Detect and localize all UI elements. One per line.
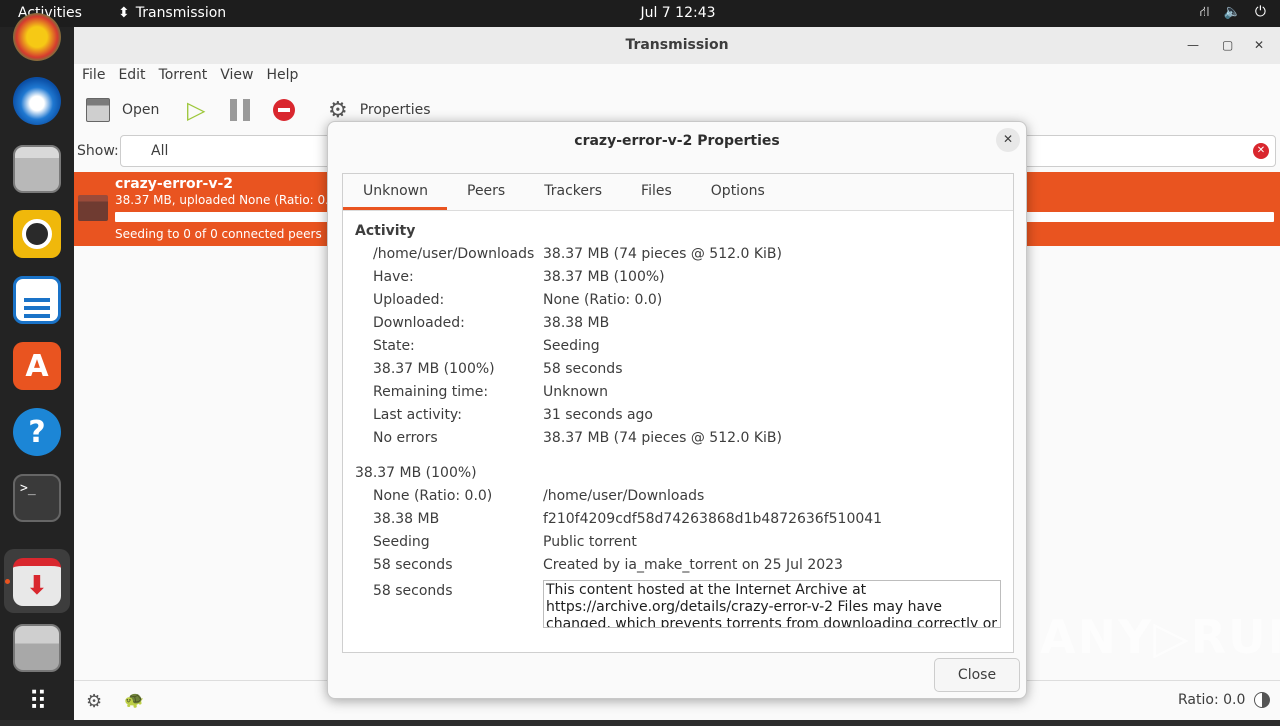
files-icon[interactable]	[13, 145, 61, 193]
ratio-label[interactable]: Ratio: 0.0	[1178, 692, 1245, 708]
hash-value: f210f4209cdf58d74263868d1b4872636f510041	[543, 511, 883, 527]
pause-button[interactable]	[230, 95, 250, 125]
open-folder-icon	[86, 98, 110, 122]
stop-icon	[273, 99, 295, 121]
info-label: Downloaded:	[373, 315, 465, 331]
terminal-icon[interactable]: >_	[13, 474, 61, 522]
turtle-icon[interactable]: 🐢	[124, 690, 144, 709]
search-input[interactable]: ✕	[1020, 135, 1276, 167]
top-bar: Activities ⬍ Transmission Jul 7 12:43 ⛙ …	[0, 0, 1280, 27]
info-label: State:	[373, 338, 415, 354]
menu-file[interactable]: File	[82, 64, 112, 89]
info-value: 58 seconds	[543, 361, 623, 377]
info-label: 38.37 MB (100%)	[373, 361, 495, 377]
detail-label: 38.38 MB	[373, 511, 440, 527]
properties-notebook: Unknown Peers Trackers Files Options Act…	[342, 173, 1014, 653]
close-button[interactable]: Close	[934, 658, 1020, 692]
anyrun-watermark-logo: ANY▷RUN	[1040, 610, 1280, 664]
info-label: /home/user/Downloads	[373, 246, 535, 262]
torrent-peers: Seeding to 0 of 0 connected peers	[115, 227, 322, 241]
open-label: Open	[122, 102, 160, 118]
tab-options[interactable]: Options	[691, 174, 784, 210]
info-value: 38.37 MB (74 pieces @ 512.0 KiB)	[543, 246, 782, 262]
open-button[interactable]: Open	[86, 95, 159, 125]
comment-textview[interactable]: This content hosted at the Internet Arch…	[543, 580, 1001, 628]
maximize-icon[interactable]: ▢	[1222, 27, 1233, 64]
dock: A ? >_ ⬇ ⠿	[0, 13, 74, 720]
menu-edit[interactable]: Edit	[118, 64, 152, 89]
info-label: Uploaded:	[373, 292, 445, 308]
torrent-name: crazy-error-v-2	[115, 176, 234, 192]
transmission-icon[interactable]: ⬇	[13, 558, 61, 606]
gear-icon: ⚙	[328, 97, 348, 123]
dialog-title: crazy-error-v-2 Properties	[574, 133, 780, 149]
menu-help[interactable]: Help	[266, 64, 305, 89]
activity-header: Activity	[355, 223, 416, 239]
show-label: Show:	[77, 143, 119, 159]
show-apps-icon[interactable]: ⠿	[13, 678, 61, 726]
app-center-icon[interactable]: A	[13, 342, 61, 390]
close-window-icon[interactable]: ✕	[1254, 27, 1264, 64]
window-title: Transmission	[625, 37, 729, 53]
tab-peers[interactable]: Peers	[447, 174, 524, 210]
remove-button[interactable]	[273, 95, 295, 125]
comment-label: 58 seconds	[373, 583, 453, 599]
power-icon: ⏻	[1254, 4, 1266, 20]
show-filter-dropdown[interactable]: All	[120, 135, 340, 167]
play-icon: ▷	[187, 96, 206, 124]
dialog-close-icon[interactable]: ✕	[996, 128, 1020, 152]
menu-view[interactable]: View	[220, 64, 260, 89]
detail-label: Seeding	[373, 534, 430, 550]
running-indicator	[5, 579, 10, 584]
detail-label: 58 seconds	[373, 557, 453, 573]
info-value: None (Ratio: 0.0)	[543, 292, 663, 308]
menu-bar: File Edit Torrent View Help	[74, 64, 1280, 89]
info-value: 31 seconds ago	[543, 407, 653, 423]
privacy-value: Public torrent	[543, 534, 637, 550]
info-value: Seeding	[543, 338, 600, 354]
writer-icon[interactable]	[13, 276, 61, 324]
tab-trackers[interactable]: Trackers	[524, 174, 621, 210]
chrome-icon[interactable]	[13, 13, 61, 61]
properties-label: Properties	[359, 102, 431, 118]
preferences-gear-icon[interactable]: ⚙	[86, 691, 102, 712]
info-value: 38.37 MB (100%)	[543, 269, 665, 285]
document-lines-icon	[24, 298, 50, 302]
detail-label: None (Ratio: 0.0)	[373, 488, 493, 504]
pause-icon	[230, 99, 250, 121]
info-label: Last activity:	[373, 407, 462, 423]
tab-files[interactable]: Files	[621, 174, 691, 210]
speaker-icon	[22, 219, 52, 249]
clock[interactable]: Jul 7 12:43	[0, 5, 1280, 21]
detail-value: /home/user/Downloads	[543, 488, 705, 504]
help-icon[interactable]: ?	[13, 408, 61, 456]
thunderbird-icon[interactable]	[13, 77, 61, 125]
tab-bar: Unknown Peers Trackers Files Options	[343, 174, 1013, 211]
volume-icon: 🔈	[1223, 4, 1241, 20]
torrent-folder-icon	[78, 195, 108, 221]
rhythmbox-icon[interactable]	[13, 210, 61, 258]
start-button[interactable]: ▷	[187, 95, 205, 125]
show-filter-value: All	[151, 143, 169, 159]
info-label: Have:	[373, 269, 414, 285]
tab-information[interactable]: Unknown	[343, 174, 447, 210]
origin-value: Created by ia_make_torrent on 25 Jul 202…	[543, 557, 843, 573]
info-value: 38.37 MB (74 pieces @ 512.0 KiB)	[543, 430, 782, 446]
trash-icon[interactable]	[13, 624, 61, 672]
window-titlebar[interactable]: Transmission — ▢ ✕	[74, 27, 1280, 64]
ratio-icon[interactable]	[1254, 692, 1270, 708]
minimize-icon[interactable]: —	[1187, 27, 1199, 64]
properties-dialog: crazy-error-v-2 Properties ✕ Unknown Pee…	[327, 121, 1027, 699]
info-label: No errors	[373, 430, 438, 446]
details-header: 38.37 MB (100%)	[355, 465, 477, 481]
info-value: 38.38 MB	[543, 315, 610, 331]
torrent-status: 38.37 MB, uploaded None (Ratio: 0.0	[115, 193, 337, 207]
clear-search-icon[interactable]: ✕	[1253, 143, 1269, 159]
info-value: Unknown	[543, 384, 608, 400]
info-label: Remaining time:	[373, 384, 489, 400]
menu-torrent[interactable]: Torrent	[159, 64, 215, 89]
network-icon: ⛙	[1199, 4, 1210, 20]
system-tray[interactable]: ⛙ 🔈 ⏻	[1200, 4, 1266, 22]
